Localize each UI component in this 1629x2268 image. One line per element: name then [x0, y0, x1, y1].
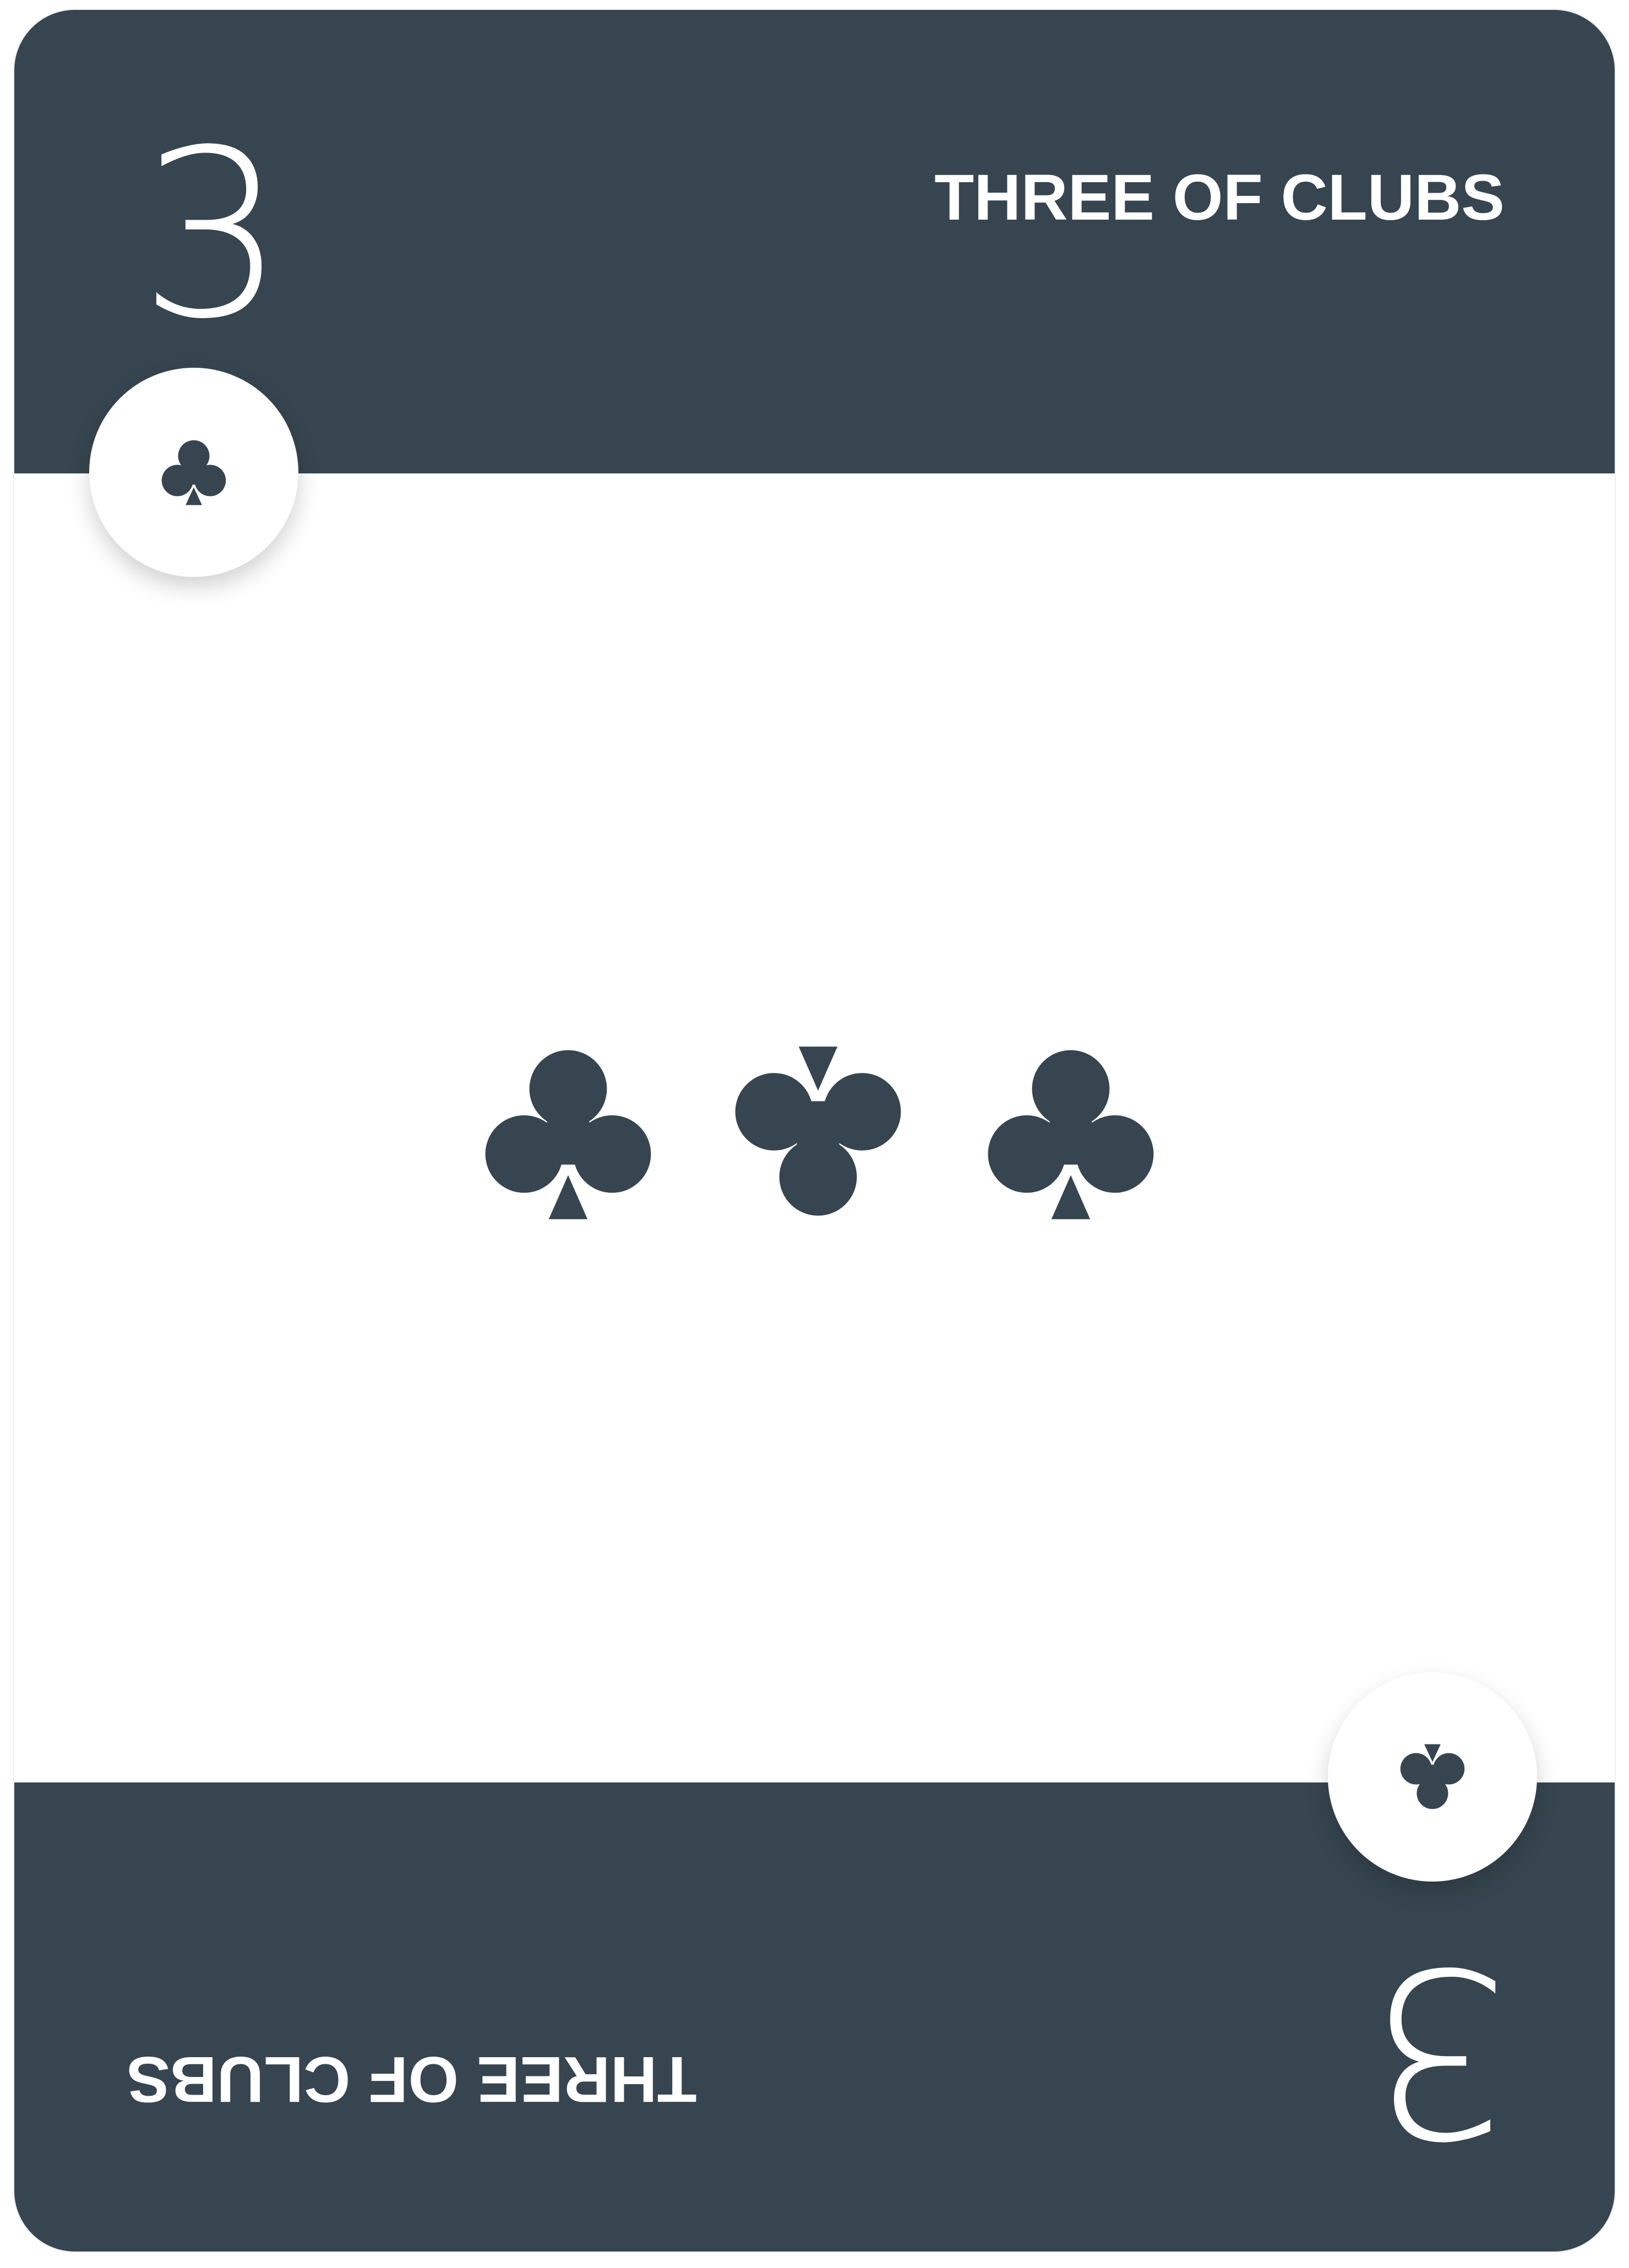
club-icon — [735, 1046, 901, 1216]
club-icon — [485, 1050, 651, 1219]
club-pip — [730, 1045, 906, 1221]
card-rank-bottom: 3 — [1366, 1916, 1513, 2185]
club-icon — [1400, 1744, 1465, 1809]
club-icon — [988, 1050, 1154, 1219]
card-title-top: THREE OF CLUBS — [934, 161, 1505, 234]
suit-badge-bottom — [1328, 1672, 1537, 1882]
club-icon — [161, 440, 226, 505]
suit-badge-top — [89, 368, 298, 577]
club-pip — [480, 1045, 656, 1221]
playing-card[interactable]: 3 THREE OF CLUBS 3 THREE OF CLUBS — [14, 10, 1615, 2251]
club-pip — [983, 1045, 1159, 1221]
card-rank-top: 3 — [139, 101, 286, 370]
center-pips — [14, 1045, 1615, 1232]
card-title-bottom: THREE OF CLUBS — [127, 2043, 697, 2116]
